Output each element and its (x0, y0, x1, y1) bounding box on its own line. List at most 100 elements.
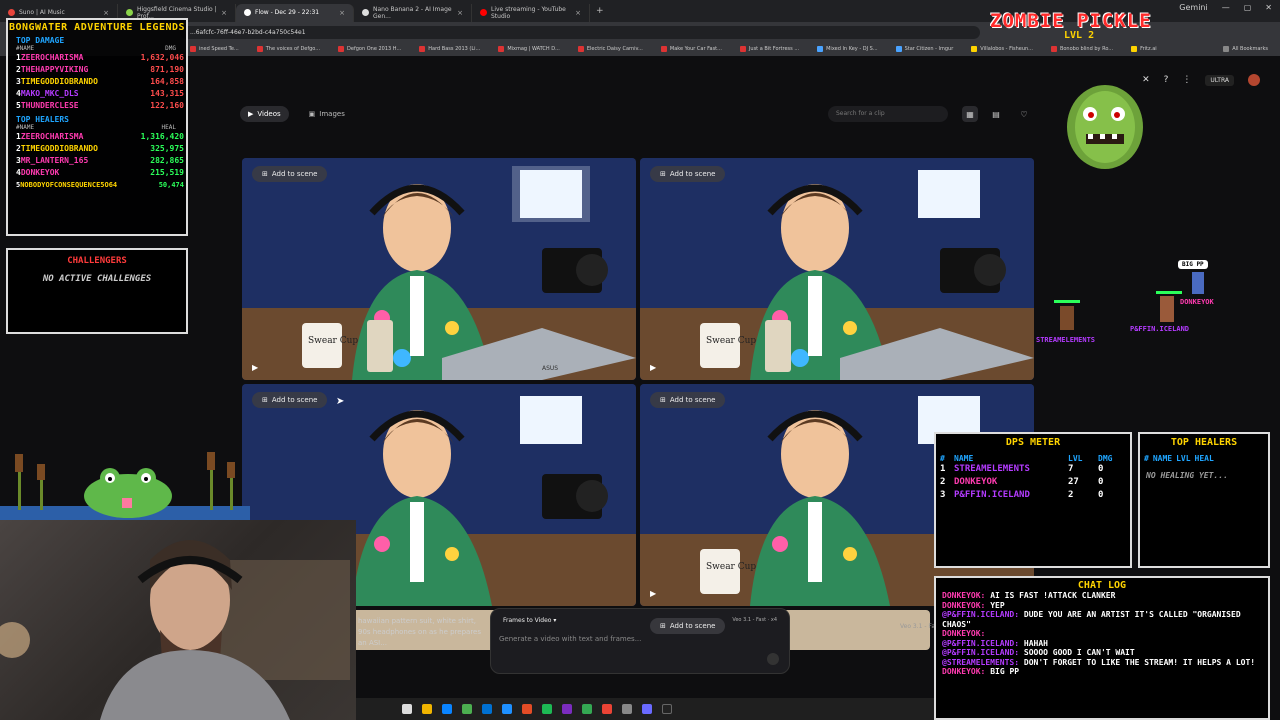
healers-title: TOP HEALERS (1170, 437, 1238, 448)
top-healers-heading: TOP HEALERS (16, 115, 69, 124)
grid-view-icon[interactable]: ▦ (962, 106, 978, 122)
browser-tab-active[interactable]: Flow - Dec 29 - 22:31 × (236, 3, 354, 22)
bookmark[interactable]: Villalobos - Fisheun... (971, 46, 1033, 52)
bookmark-icon (498, 46, 505, 52)
all-bookmarks[interactable]: All Bookmarks (1223, 46, 1268, 52)
app-top-right: ✕ ? ⋮ ULTRA (1142, 74, 1260, 86)
video-card[interactable]: Swear Cup ⊞ Add to scene ▶ (640, 158, 1034, 380)
search-input[interactable]: Search for a clip (828, 106, 948, 122)
bookmark-icon (817, 46, 824, 52)
play-icon[interactable]: ▶ (650, 363, 656, 372)
chat-title: CHAT LOG (1077, 580, 1127, 591)
video-thumbnail: ASUS Swear Cup (242, 158, 636, 380)
bookmark[interactable]: The voices of Defgo... (256, 46, 320, 52)
close-window-icon[interactable]: ✕ (1265, 3, 1272, 12)
close-icon[interactable]: × (339, 9, 345, 17)
avatar[interactable] (1248, 74, 1260, 86)
bookmark[interactable]: Mixed In Key - DJ S... (817, 46, 878, 52)
bookmark[interactable]: Fritz.ai (1131, 46, 1157, 52)
prompt-box[interactable]: Frames to Video ▾ Veo 3.1 - Fast · x4 Ge… (490, 608, 790, 674)
window-controls: Gemini — ▢ ✕ (1179, 3, 1272, 12)
bookmark[interactable]: Hard Bass 2013 (Li... (419, 46, 480, 52)
file-explorer-icon[interactable] (422, 704, 432, 714)
youtube-icon (480, 9, 487, 16)
tab-videos[interactable]: ▶ Videos (240, 106, 289, 122)
spotify-icon[interactable] (542, 704, 552, 714)
damage-row: 4MAKO_MKC_DLS 143,315 (16, 89, 184, 98)
add-to-scene-button[interactable]: ⊞ Add to scene (650, 166, 726, 182)
mail-icon[interactable] (502, 704, 512, 714)
bookmark[interactable]: Electric Daisy Carniv... (577, 46, 643, 52)
new-tab-button[interactable]: + (596, 6, 604, 16)
gemini-button[interactable]: Gemini (1179, 3, 1207, 12)
task-view-icon[interactable] (402, 704, 412, 714)
app-icon[interactable] (562, 704, 572, 714)
list-view-icon[interactable]: ▤ (988, 106, 1004, 122)
chat-log-panel: CHAT LOG DONKEYOK: AI IS FAST !ATTACK CL… (934, 576, 1270, 720)
streamer-image (0, 540, 350, 720)
heal-row: 4DONKEYOK 215,519 (16, 168, 184, 177)
bookmark[interactable]: Bonobo blind by Ro... (1050, 46, 1113, 52)
bookmark-icon (1050, 46, 1057, 52)
add-to-scene-button[interactable]: ⊞ Add to scene (252, 166, 328, 182)
chrome-icon[interactable] (582, 704, 592, 714)
bookmark[interactable]: Make Your Car Fast... (660, 46, 722, 52)
damage-header: #NAME DMG (16, 45, 176, 52)
player-sprite (1160, 296, 1174, 322)
bookmark-icon (256, 46, 263, 52)
bookmark[interactable]: Defgon One 2013 H... (338, 46, 401, 52)
damage-row: 1ZEEROCHARISMA 1,632,046 (16, 53, 184, 62)
play-icon[interactable]: ▶ (252, 363, 258, 372)
mode-dropdown[interactable]: Frames to Video ▾ (503, 617, 556, 624)
browser-tab[interactable]: Nano Banana 2 - AI Image Gen... × (354, 3, 472, 22)
add-scene-icon: ⊞ (262, 396, 268, 404)
bookmark[interactable]: Just a Bit Fortress ... (739, 46, 799, 52)
more-icon[interactable]: ⋮ (1182, 75, 1191, 85)
image-icon: ▣ (308, 110, 316, 118)
player-label: DONKEYOK (1180, 298, 1214, 306)
bookmark[interactable]: ined Speed Te... (190, 46, 239, 52)
app-icon[interactable] (602, 704, 612, 714)
bookmark-icon (660, 46, 667, 52)
send-icon[interactable] (767, 653, 779, 665)
app-icon[interactable] (622, 704, 632, 714)
prompt-input[interactable]: Generate a video with text and frames... (499, 635, 641, 643)
browser-tab[interactable]: Live streaming - YouTube Studio × (472, 3, 590, 22)
maximize-icon[interactable]: ▢ (1244, 3, 1252, 12)
add-to-scene-button[interactable]: ⊞ Add to scene (650, 618, 726, 634)
favorites-icon[interactable]: ♡ (1016, 106, 1032, 122)
bookmark-icon (895, 46, 902, 52)
bookmark[interactable]: Mixmag | WATCH D... (498, 46, 560, 52)
player-sprite (1192, 272, 1204, 294)
heal-row: 5NOBODYOFCONSEQUENCE5O64 50,474 (16, 181, 184, 189)
speech-bubble: BIG PP (1178, 260, 1208, 269)
minimize-icon[interactable]: — (1222, 3, 1230, 12)
edge-icon[interactable] (442, 704, 452, 714)
close-icon[interactable]: × (457, 9, 463, 17)
close-icon[interactable]: × (575, 9, 581, 17)
heal-row: 3MR_LANTERN_165 282,865 (16, 156, 184, 165)
chat-message: @P&FFIN.ICELAND: SOOOO GOOD I CAN'T WAIT (942, 648, 1135, 657)
app-icon[interactable] (522, 704, 532, 714)
play-icon[interactable]: ▶ (650, 589, 656, 598)
app-icon[interactable] (462, 704, 472, 714)
url-field[interactable]: ...6afcfc-76ff-46e7-b2bd-c4a750c54e1 (180, 25, 980, 39)
tab-images[interactable]: ▣ Images (301, 106, 353, 122)
obs-icon[interactable] (662, 704, 672, 714)
svg-text:Swear Cup: Swear Cup (308, 336, 358, 346)
close-icon[interactable]: × (103, 9, 109, 17)
add-scene-icon: ⊞ (262, 170, 268, 178)
chat-message: DONKEYOK: BIG PP (942, 667, 1020, 676)
add-scene-icon: ⊞ (660, 622, 666, 630)
bookmark[interactable]: Star Citizen - Imgur (895, 46, 953, 52)
webcam-feed (0, 520, 356, 720)
close-icon[interactable]: × (221, 9, 227, 17)
model-selector[interactable]: Veo 3.1 - Fast · x4 (732, 617, 777, 623)
add-to-scene-button[interactable]: ⊞ Add to scene (650, 392, 726, 408)
video-card[interactable]: ASUS Swear Cup ⊞ Add to scene ▶ (242, 158, 636, 380)
help-icon[interactable]: ? (1164, 75, 1169, 85)
add-to-scene-button[interactable]: ⊞ Add to scene (252, 392, 328, 408)
ultra-badge: ULTRA (1205, 74, 1234, 86)
discord-icon[interactable] (642, 704, 652, 714)
store-icon[interactable] (482, 704, 492, 714)
